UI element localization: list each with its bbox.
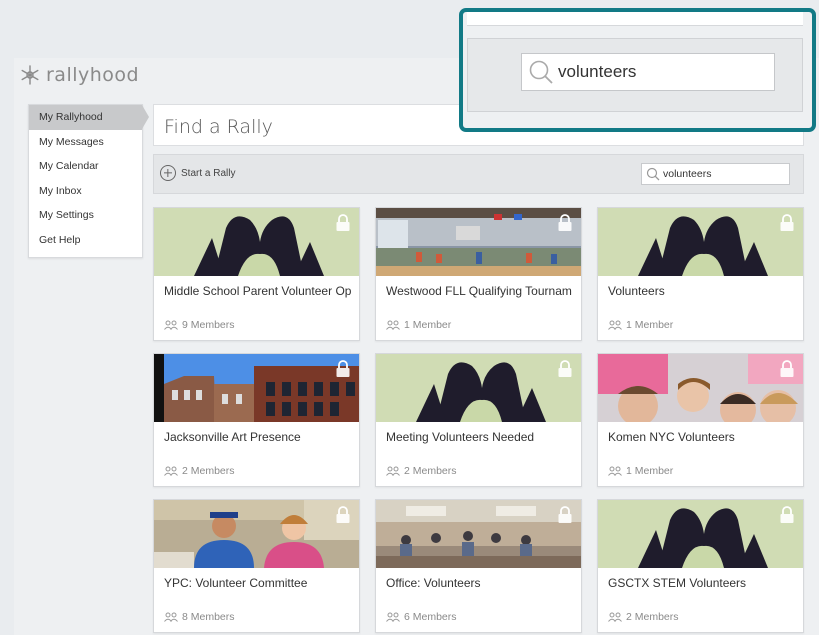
member-count: 2 Members (182, 465, 235, 477)
rally-members: 2 Members (608, 611, 679, 623)
rally-thumbnail (598, 208, 803, 276)
rally-title: YPC: Volunteer Committee (164, 576, 308, 590)
member-count: 2 Members (626, 611, 679, 623)
rally-thumbnail (154, 500, 359, 568)
sidebar-item-my-rallyhood[interactable]: My Rallyhood (29, 105, 149, 130)
plus-circle-icon (160, 165, 176, 181)
rally-card[interactable]: Meeting Volunteers Needed 2 Members (375, 353, 582, 487)
rally-card[interactable]: Komen NYC Volunteers 1 Member (597, 353, 804, 487)
sidebar-item-my-settings[interactable]: My Settings (29, 203, 142, 228)
rally-members: 1 Member (608, 465, 673, 477)
rally-thumbnail (598, 500, 803, 568)
rally-members: 6 Members (386, 611, 457, 623)
zoom-header-strip (467, 12, 803, 26)
page-title: Find a Rally (164, 116, 273, 138)
members-icon (386, 612, 400, 622)
zoomed-search-box[interactable] (521, 53, 775, 91)
sidebar-nav: My Rallyhood My Messages My Calendar My … (28, 104, 149, 258)
rally-search-input[interactable] (663, 168, 783, 180)
sidebar-item-my-messages[interactable]: My Messages (29, 130, 142, 155)
search-icon (529, 60, 553, 84)
member-count: 2 Members (404, 465, 457, 477)
start-rally-label: Start a Rally (181, 167, 236, 179)
rally-thumbnail (154, 354, 359, 422)
rally-thumbnail (376, 354, 581, 422)
members-icon (386, 466, 400, 476)
start-rally-button[interactable]: Start a Rally (160, 165, 235, 181)
snowflake-logo-icon (21, 65, 39, 85)
brand-logo[interactable]: rallyhood (20, 64, 139, 86)
rally-title: Meeting Volunteers Needed (386, 430, 535, 444)
rally-card[interactable]: Middle School Parent Volunteer Op 9 Memb… (153, 207, 360, 341)
members-icon (386, 320, 400, 330)
rally-card[interactable]: Office: Volunteers 6 Members (375, 499, 582, 633)
rally-members: 1 Member (386, 319, 451, 331)
members-icon (608, 612, 622, 622)
member-count: 1 Member (626, 465, 674, 477)
lock-icon (780, 214, 794, 231)
sidebar-item-my-inbox[interactable]: My Inbox (29, 179, 142, 204)
members-icon (164, 320, 178, 330)
member-count: 6 Members (404, 611, 457, 623)
zoom-callout (459, 8, 816, 132)
rally-members: 2 Members (164, 465, 235, 477)
rally-thumbnail (598, 354, 803, 422)
member-count: 1 Member (404, 319, 452, 331)
rally-search-box[interactable] (641, 163, 790, 185)
lock-icon (336, 360, 350, 377)
rally-title: Middle School Parent Volunteer Op (164, 284, 352, 298)
search-icon (646, 167, 660, 181)
members-icon (608, 466, 622, 476)
members-icon (164, 612, 178, 622)
rally-members: 2 Members (386, 465, 457, 477)
rally-grid: Middle School Parent Volunteer Op 9 Memb… (153, 207, 804, 633)
rally-card[interactable]: Westwood FLL Qualifying Tournam 1 Member (375, 207, 582, 341)
lock-icon (558, 214, 572, 231)
sidebar-item-get-help[interactable]: Get Help (29, 228, 142, 253)
rally-thumbnail (376, 500, 581, 568)
rally-thumbnail (376, 208, 581, 276)
rally-toolbar: Start a Rally (153, 154, 804, 194)
member-count: 9 Members (182, 319, 235, 331)
rally-card[interactable]: Jacksonville Art Presence 2 Members (153, 353, 360, 487)
rally-card[interactable]: YPC: Volunteer Committee 8 Members (153, 499, 360, 633)
lock-icon (336, 506, 350, 523)
rally-members: 1 Member (608, 319, 673, 331)
rally-title: Jacksonville Art Presence (164, 430, 301, 444)
lock-icon (336, 214, 350, 231)
rally-card[interactable]: GSCTX STEM Volunteers 2 Members (597, 499, 804, 633)
rally-members: 8 Members (164, 611, 235, 623)
rally-title: Volunteers (608, 284, 665, 298)
members-icon (164, 466, 178, 476)
lock-icon (558, 506, 572, 523)
lock-icon (558, 360, 572, 377)
rally-title: Office: Volunteers (386, 576, 481, 590)
rally-title: Komen NYC Volunteers (608, 430, 735, 444)
sidebar-item-my-calendar[interactable]: My Calendar (29, 154, 142, 179)
rally-card[interactable]: Volunteers 1 Member (597, 207, 804, 341)
lock-icon (780, 506, 794, 523)
rally-title: Westwood FLL Qualifying Tournam (386, 284, 572, 298)
members-icon (608, 320, 622, 330)
rally-title: GSCTX STEM Volunteers (608, 576, 747, 590)
member-count: 1 Member (626, 319, 674, 331)
member-count: 8 Members (182, 611, 235, 623)
lock-icon (780, 360, 794, 377)
brand-name: rallyhood (46, 64, 140, 86)
rally-members: 9 Members (164, 319, 235, 331)
rally-thumbnail (154, 208, 359, 276)
zoomed-search-input[interactable] (558, 62, 758, 82)
